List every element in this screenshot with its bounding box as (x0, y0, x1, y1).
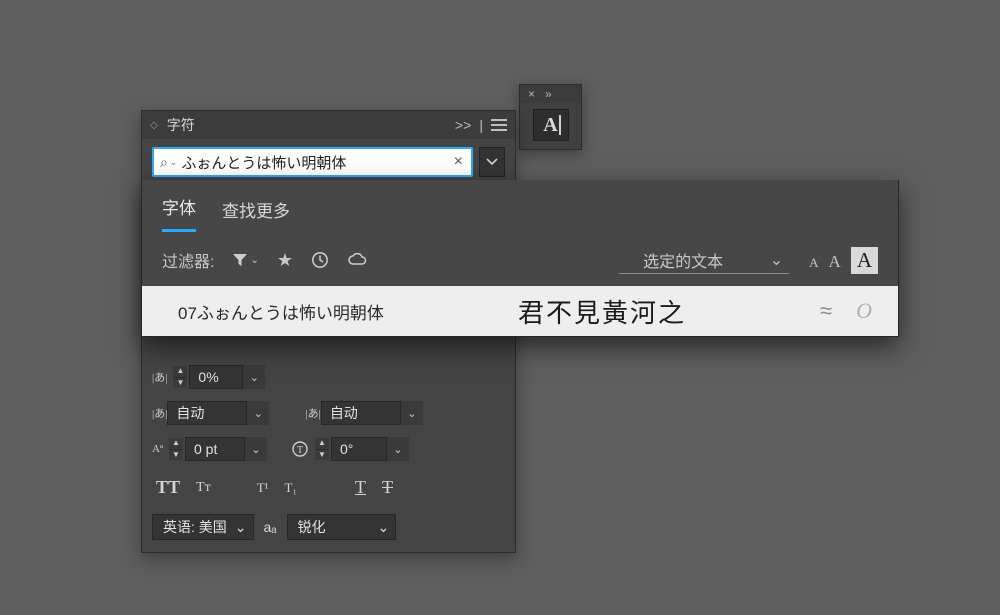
tsume-control[interactable]: |あ| ▲▼ 0% ⌄ (152, 365, 265, 389)
all-caps-toggle[interactable]: TT (154, 475, 182, 500)
mini-tool-panel: × » A (519, 84, 582, 150)
font-family-search[interactable]: ⌕ ⌄ ふぉんとうは怖い明朝体 × (152, 147, 473, 177)
close-icon[interactable]: × (528, 88, 535, 100)
divider-icon: | (479, 117, 483, 133)
kerning-value[interactable]: 自动 (167, 401, 247, 425)
baseline-value[interactable]: 0 pt (185, 437, 245, 461)
font-result-preview: 君不見黃河之 (518, 293, 790, 330)
chevron-down-icon: ⌄ (770, 250, 783, 270)
chevron-down-icon[interactable]: ⌄ (170, 157, 178, 168)
antialias-value: 锐化 (298, 517, 326, 537)
antialias-icon: aₐ (264, 519, 277, 535)
preview-mode-value: 选定的文本 (643, 248, 723, 272)
filter-row: 过滤器: ⌄ ★ 选定的文本 ⌄ A A A (142, 232, 898, 286)
font-family-dropdown: 字体 查找更多 过滤器: ⌄ ★ 选定的文本 ⌄ A A A (141, 180, 899, 337)
subscript-toggle[interactable]: T₁ (283, 478, 299, 498)
rotation-value[interactable]: 0° (331, 437, 387, 461)
tracking-icon: |あ| (305, 405, 320, 421)
font-result-item[interactable]: 07ふぉんとうは怖い明朝体 君不見黃河之 ≈ O (142, 286, 898, 336)
filter-label: 过滤器: (162, 248, 214, 272)
tool-letter: A (543, 114, 557, 137)
kerning-control[interactable]: |あ| 自动 ⌄ (152, 401, 269, 425)
preview-size-small[interactable]: A (809, 255, 818, 271)
baseline-stepper[interactable]: ▲▼ (169, 438, 183, 460)
chevron-down-icon: ⌄ (235, 519, 247, 536)
tracking-value[interactable]: 自动 (321, 401, 401, 425)
preview-size-large[interactable]: A (851, 247, 878, 274)
superscript-toggle[interactable]: T¹ (255, 478, 271, 498)
font-results-list: 07ふぉんとうは怖い明朝体 君不見黃河之 ≈ O (142, 286, 898, 336)
font-dropdown-button[interactable] (479, 147, 505, 177)
clear-icon[interactable]: × (450, 153, 467, 171)
cloud-filter-icon[interactable] (347, 252, 367, 268)
tsume-stepper[interactable]: ▲▼ (173, 366, 187, 388)
collapse-icon[interactable]: >> (455, 117, 471, 133)
baseline-menu[interactable]: ⌄ (245, 437, 267, 461)
kerning-menu[interactable]: ⌄ (247, 401, 269, 425)
favorites-filter-icon[interactable]: ★ (277, 250, 293, 271)
similar-fonts-icon[interactable]: ≈ (820, 298, 832, 324)
tracking-control[interactable]: |あ| 自动 ⌄ (305, 401, 422, 425)
language-select[interactable]: 英语: 美国 ⌄ (152, 514, 254, 540)
mini-panel-header[interactable]: × » (520, 85, 581, 103)
tsume-menu[interactable]: ⌄ (243, 365, 265, 389)
preview-size-medium[interactable]: A (829, 252, 841, 272)
preview-text-select[interactable]: 选定的文本 ⌄ (619, 246, 789, 274)
recent-filter-icon[interactable] (311, 251, 329, 269)
rotation-control[interactable]: T ▲▼ 0° ⌄ (291, 437, 409, 461)
tsume-icon: |あ| (152, 369, 167, 385)
chevron-down-icon: ⌄ (378, 519, 390, 536)
panel-title: 字符 (167, 115, 195, 135)
kerning-icon: |あ| (152, 405, 167, 421)
filter-classification-button[interactable]: ⌄ (232, 252, 258, 268)
antialias-select[interactable]: 锐化 ⌄ (287, 514, 397, 540)
panel-menu-icon[interactable] (491, 119, 507, 131)
font-tab-row: 字体 查找更多 (142, 180, 898, 232)
baseline-icon: Aª (152, 443, 163, 455)
expand-icon[interactable]: » (545, 88, 552, 100)
type-style-toggles: TT Tᴛ T¹ T₁ T T (152, 475, 505, 500)
drag-grip-icon[interactable]: ◇ (150, 120, 159, 131)
strikethrough-toggle[interactable]: T (380, 475, 395, 500)
character-tool-icon[interactable]: A (533, 109, 569, 141)
preview-size-buttons: A A A (809, 247, 878, 274)
font-family-value[interactable]: ふぉんとうは怖い明朝体 (181, 152, 449, 173)
tab-find-more[interactable]: 查找更多 (222, 197, 290, 232)
language-value: 英语: 美国 (163, 517, 227, 537)
rotation-icon: T (291, 440, 309, 458)
small-caps-toggle[interactable]: Tᴛ (194, 478, 213, 498)
panel-header[interactable]: ◇ 字符 >> | (142, 111, 515, 139)
rotation-stepper[interactable]: ▲▼ (315, 438, 329, 460)
tsume-value[interactable]: 0% (189, 365, 243, 389)
font-result-name: 07ふぉんとうは怖い明朝体 (178, 299, 498, 324)
tracking-menu[interactable]: ⌄ (401, 401, 423, 425)
underline-toggle[interactable]: T (353, 475, 368, 500)
rotation-menu[interactable]: ⌄ (387, 437, 409, 461)
tab-fonts[interactable]: 字体 (162, 194, 196, 232)
font-format-icon: O (856, 298, 872, 324)
baseline-shift-control[interactable]: Aª ▲▼ 0 pt ⌄ (152, 437, 267, 461)
chevron-down-icon: ⌄ (250, 255, 258, 266)
search-icon: ⌕ (160, 154, 168, 171)
svg-text:T: T (297, 445, 303, 456)
